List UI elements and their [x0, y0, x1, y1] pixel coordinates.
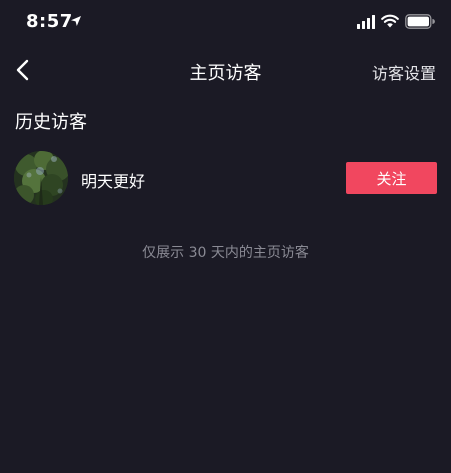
avatar-image — [14, 151, 68, 205]
location-arrow-icon — [71, 16, 81, 26]
screen: 8:57 主页访客 访客设置 历史访客 明天更好 关注 仅展示 30 天内的主页… — [0, 0, 451, 473]
status-time: 8:57 — [26, 11, 73, 32]
follow-button[interactable]: 关注 — [346, 162, 437, 194]
nav-bar: 主页访客 访客设置 — [0, 48, 451, 92]
visitor-name: 明天更好 — [81, 172, 146, 191]
visitor-history-note: 仅展示 30 天内的主页访客 — [142, 245, 309, 261]
visitor-list-item[interactable]: 明天更好 关注 — [0, 150, 451, 206]
battery-icon — [405, 14, 435, 29]
status-bar: 8:57 — [0, 0, 451, 44]
visitor-settings-link[interactable]: 访客设置 — [372, 60, 436, 84]
section-title: 历史访客 — [15, 112, 87, 133]
chevron-left-icon — [16, 59, 29, 81]
avatar[interactable] — [14, 151, 68, 205]
back-button[interactable] — [10, 56, 38, 84]
signal-icon — [357, 15, 375, 29]
wifi-icon — [381, 14, 399, 28]
